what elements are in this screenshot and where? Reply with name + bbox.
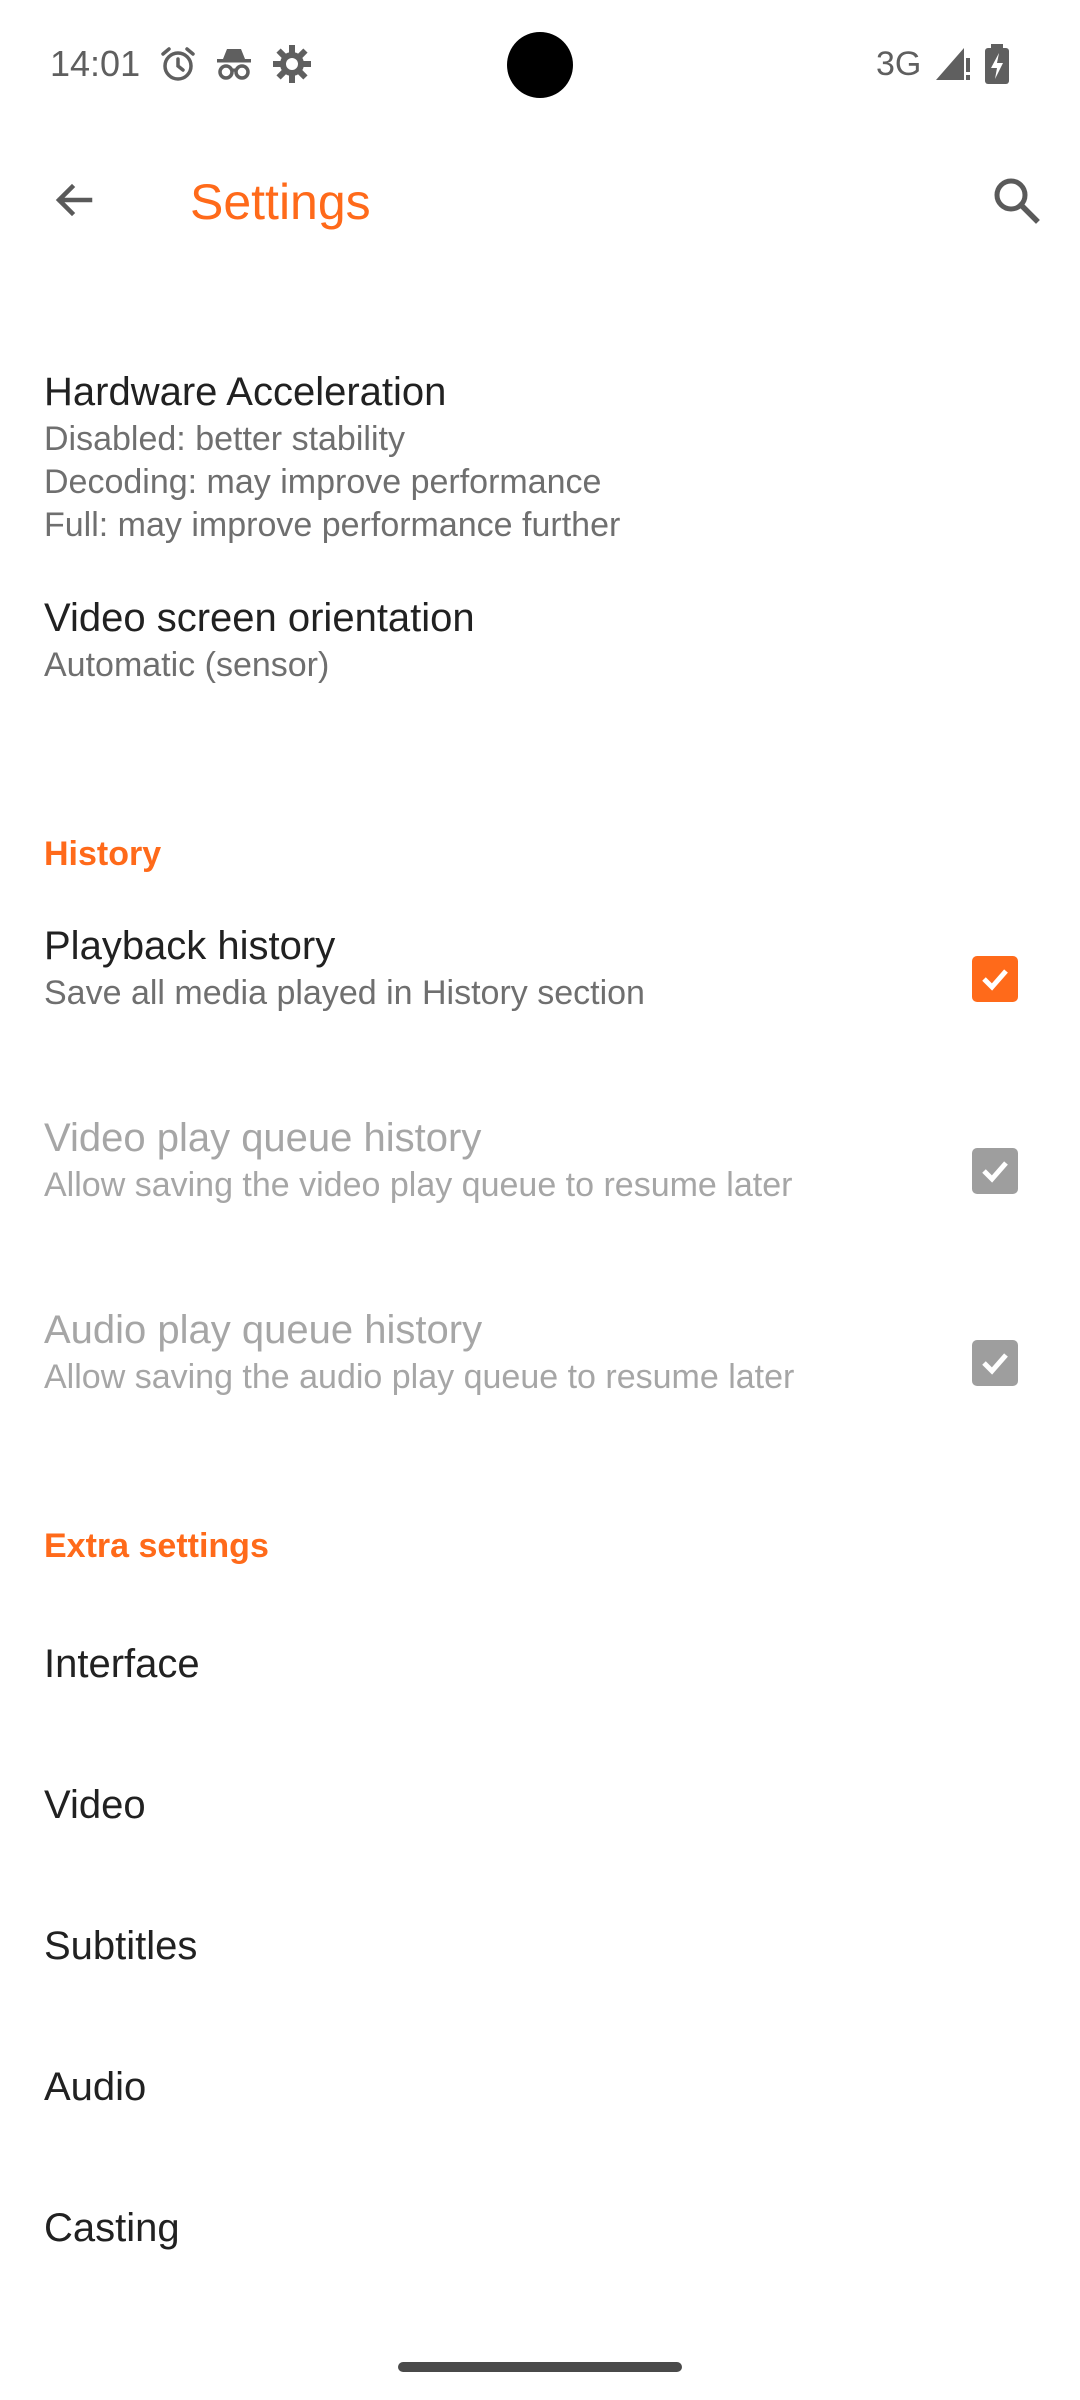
incognito-icon — [214, 44, 254, 84]
check-icon — [982, 1353, 1008, 1375]
pref-title: Video screen orientation — [44, 596, 475, 640]
section-header-history: History — [44, 835, 162, 873]
pref-summary-line: Decoding: may improve performance — [44, 463, 602, 501]
pref-audio-queue-history: Audio play queue history Allow saving th… — [0, 1268, 1080, 1460]
search-button[interactable] — [966, 150, 1066, 250]
pref-summary: Allow saving the audio play queue to res… — [44, 1358, 795, 1396]
network-type: 3G — [876, 45, 922, 83]
pref-summary: Automatic (sensor) — [44, 646, 330, 684]
pref-summary-line: Full: may improve performance further — [44, 506, 621, 544]
pref-video-queue-history: Video play queue history Allow saving th… — [0, 1076, 1080, 1268]
pref-title: Playback history — [44, 924, 336, 968]
pref-title: Audio — [44, 2065, 147, 2109]
battery-charging-icon — [982, 44, 1022, 84]
check-icon — [982, 1161, 1008, 1183]
audio-queue-history-checkbox — [972, 1340, 1018, 1386]
pref-hardware-acceleration[interactable]: Hardware Acceleration Disabled: better s… — [0, 278, 1080, 556]
pref-interface[interactable]: Interface — [0, 1594, 1080, 1735]
alarm-icon — [158, 44, 198, 84]
video-queue-history-checkbox — [972, 1148, 1018, 1194]
pref-title: Interface — [44, 1642, 200, 1686]
settings-list: Hardware Acceleration Disabled: better s… — [0, 278, 1080, 2291]
pref-summary: Allow saving the video play queue to res… — [44, 1166, 793, 1204]
pref-casting[interactable]: Casting — [0, 2158, 1080, 2291]
pref-subtitles[interactable]: Subtitles — [0, 1876, 1080, 2017]
app-bar: Settings — [0, 128, 1080, 276]
search-icon — [994, 178, 1040, 224]
page-title: Settings — [190, 174, 371, 230]
status-bar: 14:01 3G — [0, 0, 1080, 128]
pref-title: Video play queue history — [44, 1116, 482, 1160]
pref-summary-line: Disabled: better stability — [44, 420, 405, 458]
pref-playback-history[interactable]: Playback history Save all media played i… — [0, 884, 1080, 1076]
pref-title: Hardware Acceleration — [44, 370, 447, 414]
signal-icon — [934, 44, 974, 84]
pref-title: Subtitles — [44, 1924, 198, 1968]
pref-title: Audio play queue history — [44, 1308, 483, 1352]
section-divider — [0, 748, 1080, 792]
playback-history-checkbox[interactable] — [972, 956, 1018, 1002]
pref-title: Casting — [44, 2206, 180, 2250]
camera-cutout — [507, 32, 573, 98]
section-header-extra-settings: Extra settings — [44, 1527, 269, 1565]
pref-summary: Save all media played in History section — [44, 974, 645, 1012]
pref-audio[interactable]: Audio — [0, 2017, 1080, 2158]
status-time: 14:01 — [50, 43, 141, 84]
settings-gear-icon — [272, 44, 312, 84]
settings-screen: 14:01 3G Settings Hardware Acceleration … — [0, 0, 1080, 2400]
gesture-nav-bar[interactable] — [398, 2362, 682, 2372]
check-icon — [982, 969, 1008, 991]
pref-video[interactable]: Video — [0, 1735, 1080, 1876]
pref-title: Video — [44, 1783, 146, 1827]
arrow-left-icon — [55, 183, 93, 217]
pref-video-screen-orientation[interactable]: Video screen orientation Automatic (sens… — [0, 556, 1080, 748]
section-divider — [0, 1460, 1080, 1502]
back-button[interactable] — [24, 150, 124, 250]
